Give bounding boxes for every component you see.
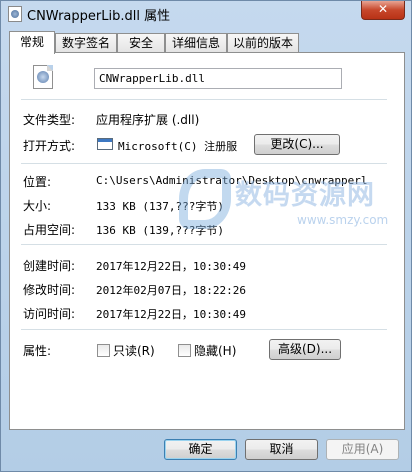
location-value: C:\Users\Administrator\Desktop\cnwrapper… bbox=[96, 174, 368, 187]
title-bar[interactable]: CNWrapperLib.dll 属性 ✕ bbox=[1, 1, 411, 27]
size-label: 大小: bbox=[23, 199, 52, 213]
ok-button[interactable]: 确定 bbox=[164, 439, 237, 460]
properties-window: CNWrapperLib.dll 属性 ✕ 常规 数字签名 安全 详细信息 以前… bbox=[0, 0, 412, 472]
readonly-checkbox[interactable] bbox=[97, 344, 110, 357]
modified-label: 修改时间: bbox=[23, 283, 76, 297]
accessed-label: 访问时间: bbox=[23, 307, 76, 321]
attributes-label: 属性: bbox=[23, 344, 52, 358]
opens-with-value: Microsoft(C) 注册服 bbox=[118, 140, 238, 153]
divider bbox=[21, 163, 387, 164]
tab-details[interactable]: 详细信息 bbox=[165, 33, 227, 53]
divider bbox=[21, 329, 387, 330]
cancel-button[interactable]: 取消 bbox=[245, 439, 318, 460]
dll-file-icon bbox=[33, 65, 53, 89]
advanced-button[interactable]: 高级(D)... bbox=[269, 339, 341, 360]
size-on-disk-label: 占用空间: bbox=[23, 223, 76, 237]
created-value: 2017年12月22日，10:30:49 bbox=[96, 260, 246, 273]
file-type-label: 文件类型: bbox=[23, 113, 76, 127]
tab-digital-signatures[interactable]: 数字签名 bbox=[55, 33, 117, 53]
file-name-field[interactable] bbox=[94, 68, 342, 89]
size-on-disk-value: 136 KB (139,???字节) bbox=[96, 224, 224, 237]
tab-security[interactable]: 安全 bbox=[117, 33, 165, 53]
hidden-checkbox[interactable] bbox=[178, 344, 191, 357]
hidden-label[interactable]: 隐藏(H) bbox=[194, 342, 236, 359]
accessed-value: 2017年12月22日，10:30:49 bbox=[96, 308, 246, 321]
file-type-value: 应用程序扩展 (.dll) bbox=[96, 113, 200, 127]
application-icon bbox=[97, 138, 113, 150]
divider bbox=[21, 244, 387, 245]
divider bbox=[21, 99, 387, 100]
location-label: 位置: bbox=[23, 175, 52, 189]
tab-previous-versions[interactable]: 以前的版本 bbox=[227, 33, 299, 53]
dll-file-icon bbox=[8, 6, 22, 22]
general-panel bbox=[9, 52, 405, 430]
close-button[interactable]: ✕ bbox=[361, 1, 405, 20]
modified-value: 2012年02月07日，18:22:26 bbox=[96, 284, 246, 297]
opens-with-label: 打开方式: bbox=[23, 139, 76, 153]
apply-button[interactable]: 应用(A) bbox=[326, 439, 399, 460]
tab-general[interactable]: 常规 bbox=[9, 31, 55, 54]
readonly-label[interactable]: 只读(R) bbox=[113, 342, 155, 359]
window-title: CNWrapperLib.dll 属性 bbox=[27, 9, 171, 24]
size-value: 133 KB (137,???字节) bbox=[96, 200, 224, 213]
change-button[interactable]: 更改(C)... bbox=[254, 134, 340, 155]
created-label: 创建时间: bbox=[23, 259, 76, 273]
